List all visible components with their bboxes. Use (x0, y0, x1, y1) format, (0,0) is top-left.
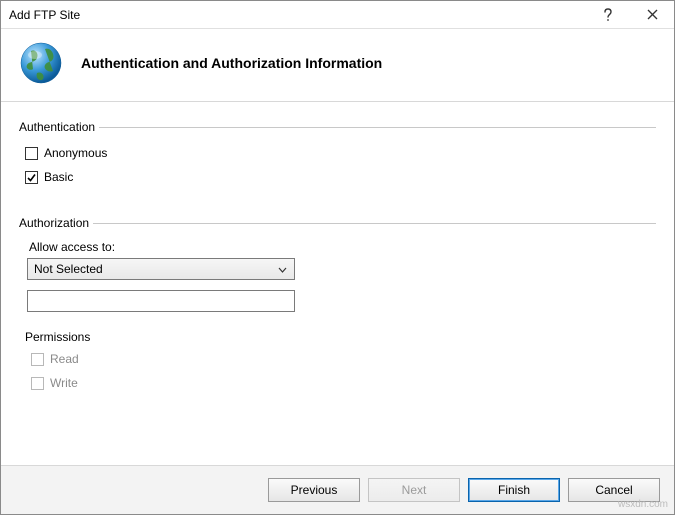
authorization-group-label: Authorization (19, 216, 89, 230)
previous-button[interactable]: Previous (268, 478, 360, 502)
checkmark-icon (26, 172, 37, 183)
authorization-group: Authorization Allow access to: Not Selec… (19, 216, 656, 408)
dialog-body: Authentication Anonymous Basic (1, 101, 674, 466)
write-checkbox-row: Write (31, 376, 644, 390)
close-button[interactable] (630, 1, 674, 29)
page-title: Authentication and Authorization Informa… (81, 55, 382, 71)
read-checkbox (31, 353, 44, 366)
read-checkbox-row: Read (31, 352, 644, 366)
globe-icon (19, 41, 63, 85)
group-divider (93, 223, 656, 224)
finish-button[interactable]: Finish (468, 478, 560, 502)
dialog-window: Add FTP Site (0, 0, 675, 515)
anonymous-label: Anonymous (44, 146, 107, 160)
permissions-subgroup: Permissions Read Write (25, 330, 650, 404)
basic-checkbox[interactable] (25, 171, 38, 184)
dialog-footer: Previous Next Finish Cancel (1, 466, 674, 514)
write-checkbox (31, 377, 44, 390)
allow-access-dropdown[interactable]: Not Selected (27, 258, 295, 280)
basic-label: Basic (44, 170, 73, 184)
read-label: Read (50, 352, 79, 366)
permissions-label: Permissions (25, 330, 90, 344)
close-icon (647, 9, 658, 20)
authentication-group-label: Authentication (19, 120, 95, 134)
titlebar: Add FTP Site (1, 1, 674, 29)
window-title: Add FTP Site (9, 8, 586, 22)
allow-access-value: Not Selected (34, 262, 274, 276)
authentication-group: Authentication Anonymous Basic (19, 120, 656, 198)
authorization-textbox[interactable] (27, 290, 295, 312)
basic-checkbox-row[interactable]: Basic (25, 170, 650, 184)
anonymous-checkbox-row[interactable]: Anonymous (25, 146, 650, 160)
group-divider (99, 127, 656, 128)
write-label: Write (50, 376, 78, 390)
next-button: Next (368, 478, 460, 502)
help-icon (603, 8, 613, 22)
cancel-button[interactable]: Cancel (568, 478, 660, 502)
anonymous-checkbox[interactable] (25, 147, 38, 160)
dialog-header: Authentication and Authorization Informa… (1, 29, 674, 101)
chevron-down-icon (274, 262, 290, 276)
help-button[interactable] (586, 1, 630, 29)
allow-access-label: Allow access to: (29, 240, 650, 254)
